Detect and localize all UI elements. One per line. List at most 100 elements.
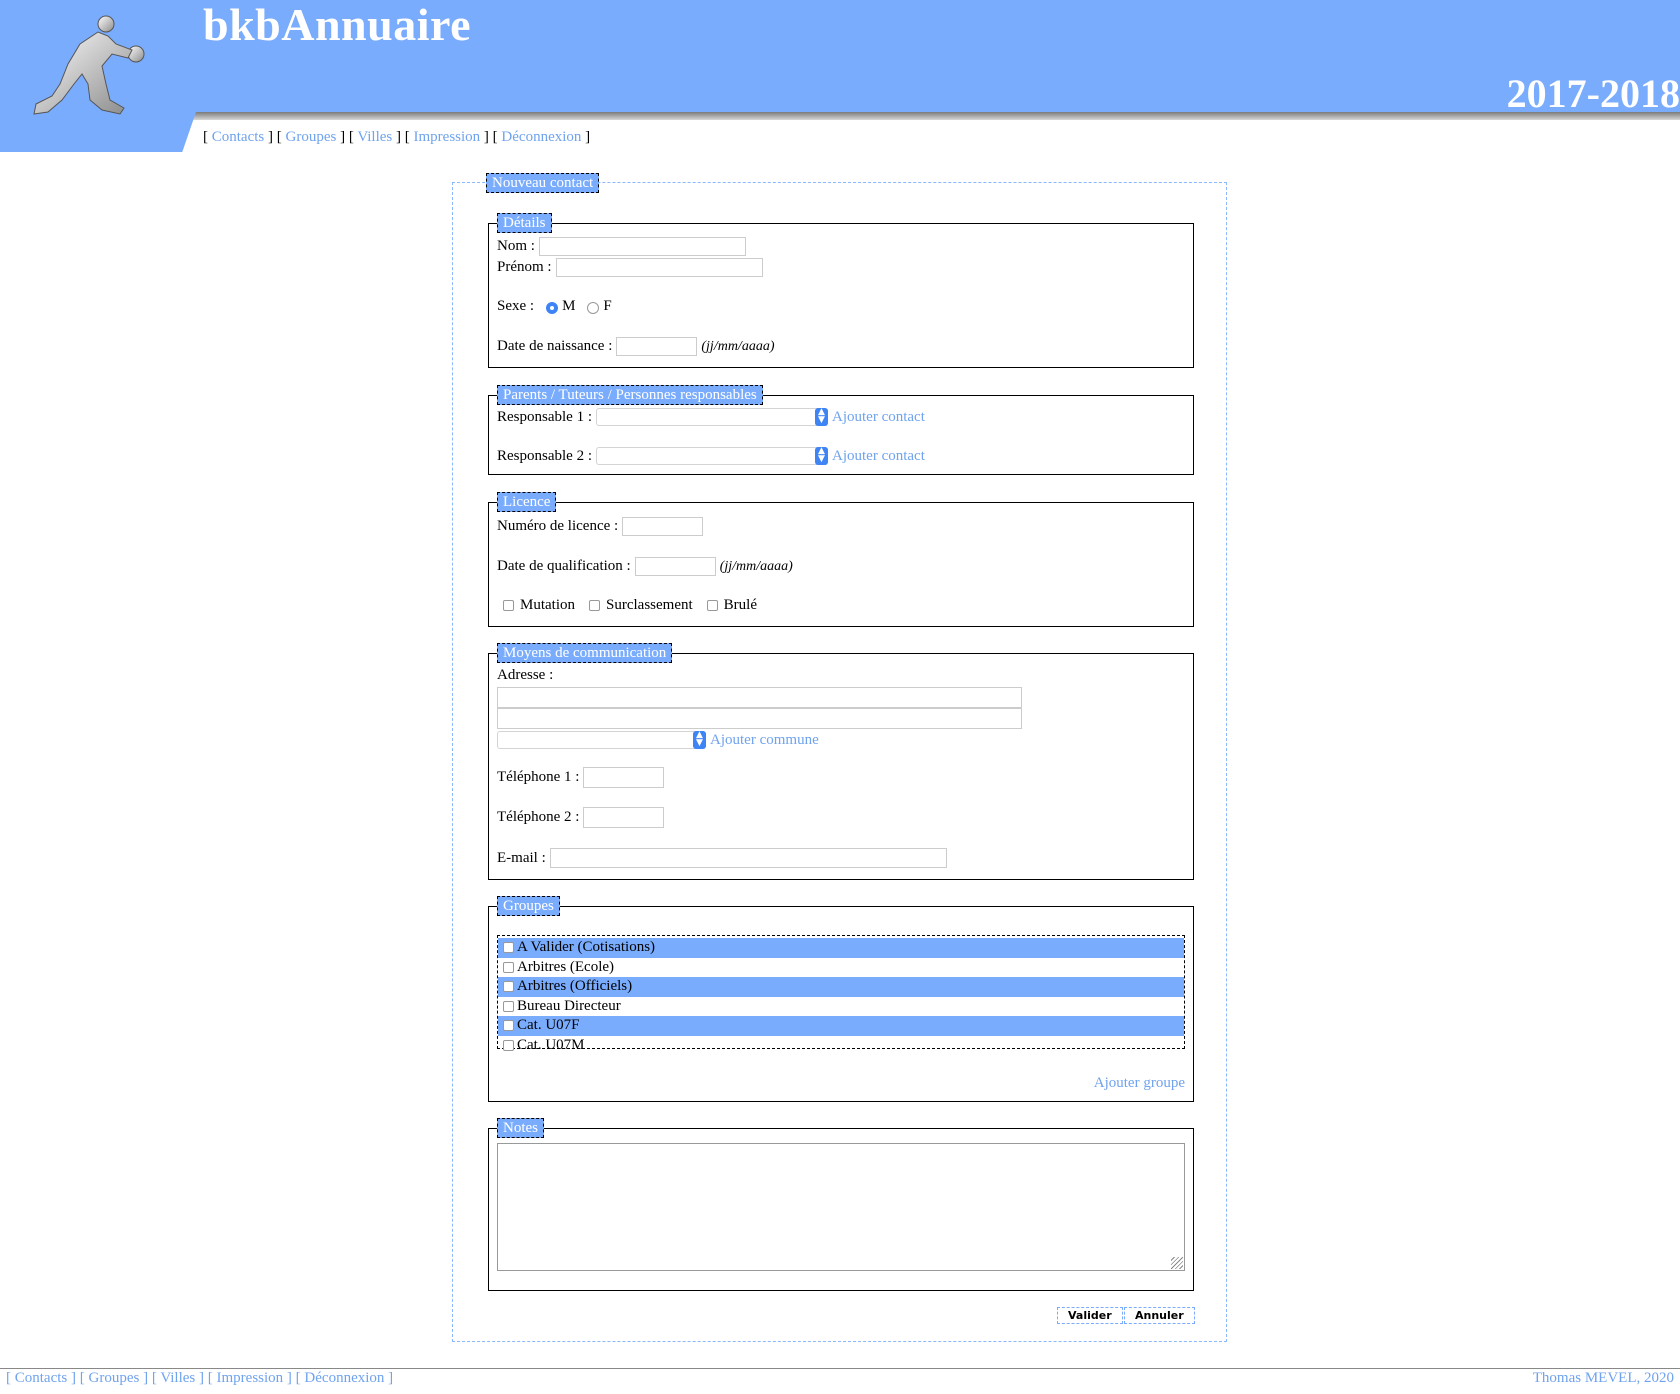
tel2-input[interactable] xyxy=(583,807,665,828)
sexe-f-label: F xyxy=(603,298,612,314)
list-item[interactable]: Cat. U07F xyxy=(498,1016,1184,1036)
notes-section: Notes xyxy=(488,1118,1194,1291)
basketball-player-icon xyxy=(33,15,145,115)
resp1-label: Responsable 1 : xyxy=(497,408,592,425)
season-label: 2017-2018 xyxy=(1506,71,1680,116)
nav-villes[interactable]: Villes xyxy=(357,129,392,145)
commune-select[interactable]: ▲ ▼ xyxy=(497,731,706,749)
adresse-line1-input[interactable] xyxy=(497,687,1022,708)
adresse-line2-input[interactable] xyxy=(497,708,1022,729)
nav-impression[interactable]: Impression xyxy=(414,129,481,145)
header: bkbAnnuaire 2017-2018 [ Contacts ] [ Gro… xyxy=(0,0,1680,152)
numero-licence-input[interactable] xyxy=(622,517,704,536)
resize-grip-icon[interactable] xyxy=(1171,1257,1183,1269)
email-input[interactable] xyxy=(549,848,947,868)
header-shadow xyxy=(190,112,1680,120)
footer-nav-contacts[interactable]: Contacts xyxy=(15,1370,68,1386)
tel2-label: Téléphone 2 : xyxy=(497,809,580,825)
sexe-m-label: M xyxy=(562,298,576,314)
groupes-legend: Groupes xyxy=(497,896,560,916)
resp2-add-contact-link[interactable]: Ajouter contact xyxy=(832,448,925,465)
tel1-input[interactable] xyxy=(583,767,665,788)
communication-section: Moyens de communication Adresse : ▲ ▼ Ajo… xyxy=(488,643,1194,880)
nav-deconnexion[interactable]: Déconnexion xyxy=(501,129,581,145)
surclassement-label: Surclassement xyxy=(606,597,693,613)
group-label: A Valider (Cotisations) xyxy=(517,939,656,956)
brule-label: Brulé xyxy=(723,597,757,613)
select-arrows-icon: ▲ ▼ xyxy=(815,408,828,426)
brule-checkbox[interactable] xyxy=(706,600,718,611)
details-legend: Détails xyxy=(497,213,552,233)
resp1-add-contact-link[interactable]: Ajouter contact xyxy=(832,409,925,426)
naissance-label: Date de naissance : xyxy=(497,338,613,354)
mutation-label: Mutation xyxy=(520,597,575,613)
nom-label: Nom : xyxy=(497,238,535,254)
tel1-label: Téléphone 1 : xyxy=(497,769,580,785)
sexe-f-radio[interactable] xyxy=(587,301,600,314)
add-group-link[interactable]: Ajouter groupe xyxy=(1094,1075,1185,1092)
footer-nav-impression[interactable]: Impression xyxy=(217,1370,284,1386)
qualif-label: Date de qualification : xyxy=(497,558,631,574)
details-section: Détails Nom : Prénom : Sexe : M F Date d… xyxy=(488,213,1194,368)
list-item[interactable]: Arbitres (Officiels) xyxy=(498,977,1184,997)
list-item[interactable]: A Valider (Cotisations) xyxy=(498,938,1184,958)
app-title: bkbAnnuaire xyxy=(203,0,472,50)
footer-nav: [ Contacts ] [ Groupes ] [ Villes ] [ Im… xyxy=(6,1370,394,1386)
valider-button[interactable]: Valider xyxy=(1057,1307,1123,1324)
footer-credit: Thomas MEVEL, 2020 xyxy=(1532,1370,1674,1386)
groupes-section: Groupes A Valider (Cotisations) Arbitres… xyxy=(488,896,1194,1102)
footer-nav-groupes[interactable]: Groupes xyxy=(89,1370,140,1386)
group-label: Arbitres (Officiels) xyxy=(517,978,633,995)
parents-section: Parents / Tuteurs / Personnes responsabl… xyxy=(488,385,1194,475)
licence-legend: Licence xyxy=(497,492,557,512)
list-item[interactable]: Bureau Directeur xyxy=(498,997,1184,1017)
footer-nav-deconnexion[interactable]: Déconnexion xyxy=(304,1370,384,1386)
group-checkbox[interactable] xyxy=(503,1000,514,1012)
nav-contacts[interactable]: Contacts xyxy=(212,129,265,145)
communication-legend: Moyens de communication xyxy=(497,643,673,663)
list-item[interactable]: Cat. U07M xyxy=(498,1036,1184,1056)
group-label: Arbitres (Ecole) xyxy=(517,958,615,975)
group-label: Cat. U07F xyxy=(517,1017,580,1034)
footer-nav-villes[interactable]: Villes xyxy=(160,1370,195,1386)
prenom-label: Prénom : xyxy=(497,259,552,275)
resp2-select[interactable]: ▲ ▼ xyxy=(596,447,828,465)
group-label: Bureau Directeur xyxy=(517,997,621,1014)
form-title: Nouveau contact xyxy=(486,173,600,193)
annuler-button[interactable]: Annuler xyxy=(1124,1307,1195,1324)
qualif-input[interactable] xyxy=(634,557,716,576)
notes-legend: Notes xyxy=(497,1118,544,1138)
licence-section: Licence Numéro de licence : Date de qual… xyxy=(488,492,1194,627)
resp2-label: Responsable 2 : xyxy=(497,447,592,464)
numero-licence-label: Numéro de licence : xyxy=(497,518,619,534)
group-label: Cat. U07M xyxy=(517,1036,585,1053)
groups-list[interactable]: A Valider (Cotisations) Arbitres (Ecole)… xyxy=(497,935,1185,1053)
group-checkbox[interactable] xyxy=(503,961,514,973)
parents-legend: Parents / Tuteurs / Personnes responsabl… xyxy=(497,385,763,405)
group-checkbox[interactable] xyxy=(503,942,514,954)
sexe-m-radio[interactable] xyxy=(546,301,559,314)
surclassement-checkbox[interactable] xyxy=(589,600,600,611)
group-checkbox[interactable] xyxy=(503,1020,514,1032)
prenom-input[interactable] xyxy=(555,258,763,277)
group-checkbox[interactable] xyxy=(503,1039,514,1051)
top-nav: [ Contacts ] [ Groupes ] [ Villes ] [ Im… xyxy=(203,129,591,145)
email-label: E-mail : xyxy=(497,849,546,866)
naissance-input[interactable] xyxy=(616,337,698,356)
footer: [ Contacts ] [ Groupes ] [ Villes ] [ Im… xyxy=(0,1368,1680,1394)
add-commune-link[interactable]: Ajouter commune xyxy=(710,732,819,749)
new-contact-form: Nouveau contact Détails Nom : Prénom : S… xyxy=(452,173,1227,1342)
resp1-select[interactable]: ▲ ▼ xyxy=(596,408,828,426)
sexe-label: Sexe : xyxy=(497,298,535,314)
naissance-hint: (jj/mm/aaaa) xyxy=(701,338,775,354)
nav-groupes[interactable]: Groupes xyxy=(286,129,337,145)
mutation-checkbox[interactable] xyxy=(503,600,514,611)
select-arrows-icon: ▲ ▼ xyxy=(693,731,706,749)
notes-textarea[interactable] xyxy=(497,1143,1185,1271)
group-checkbox[interactable] xyxy=(503,981,514,993)
qualif-hint: (jj/mm/aaaa) xyxy=(719,558,793,574)
list-item[interactable]: Arbitres (Ecole) xyxy=(498,958,1184,978)
select-arrows-icon: ▲ ▼ xyxy=(815,447,828,465)
adresse-label: Adresse : xyxy=(497,667,554,683)
nom-input[interactable] xyxy=(538,237,746,256)
